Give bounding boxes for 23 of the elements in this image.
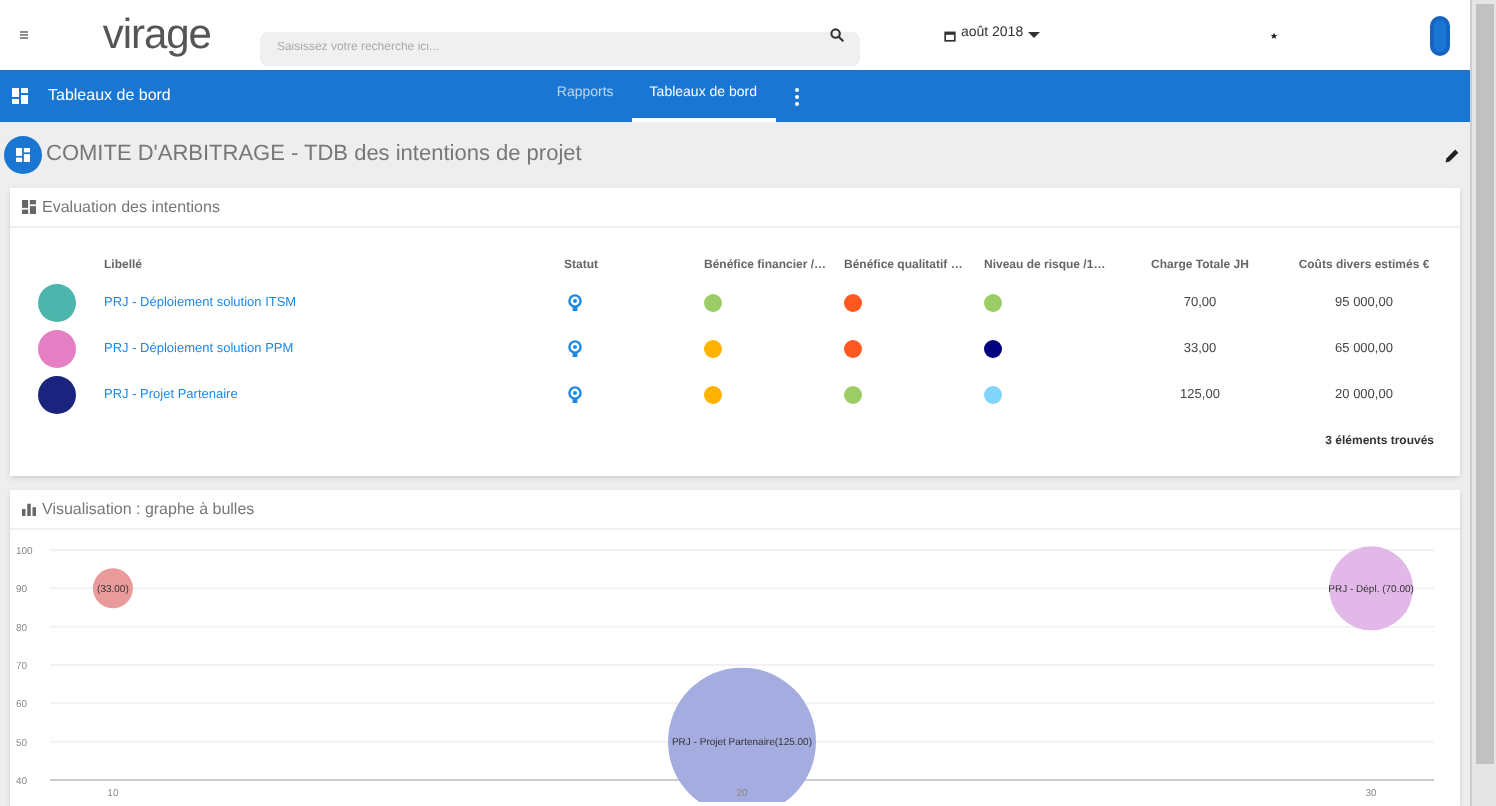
edit-icon[interactable] — [1444, 147, 1460, 163]
menu-icon[interactable] — [20, 26, 29, 44]
search-icon[interactable] — [830, 28, 845, 42]
bar-chart-icon — [22, 502, 36, 516]
lightbulb-icon — [568, 294, 582, 312]
card-title: Visualisation : graphe à bulles — [42, 497, 255, 521]
bubble[interactable] — [668, 667, 816, 802]
dashboard-badge-icon — [4, 136, 42, 174]
page-title: COMITE D'ARBITRAGE - TDB des intentions de projet — [46, 140, 584, 171]
scrollbar[interactable] — [1470, 0, 1496, 806]
card-title: Evaluation des intentions — [42, 195, 220, 219]
more-icon[interactable] — [793, 87, 800, 105]
dashboard-icon — [12, 88, 28, 104]
calendar-icon — [944, 29, 957, 41]
section-title: Tableaux de bord — [48, 84, 171, 108]
lightbulb-icon — [568, 340, 582, 358]
logo: virage — [102, 14, 211, 56]
lightbulb-icon — [568, 386, 582, 404]
bubble[interactable] — [1329, 546, 1414, 631]
dashboard-icon — [22, 200, 36, 214]
avatar[interactable] — [1429, 15, 1451, 55]
caret-icon — [1027, 31, 1040, 39]
bubble[interactable] — [92, 568, 133, 609]
